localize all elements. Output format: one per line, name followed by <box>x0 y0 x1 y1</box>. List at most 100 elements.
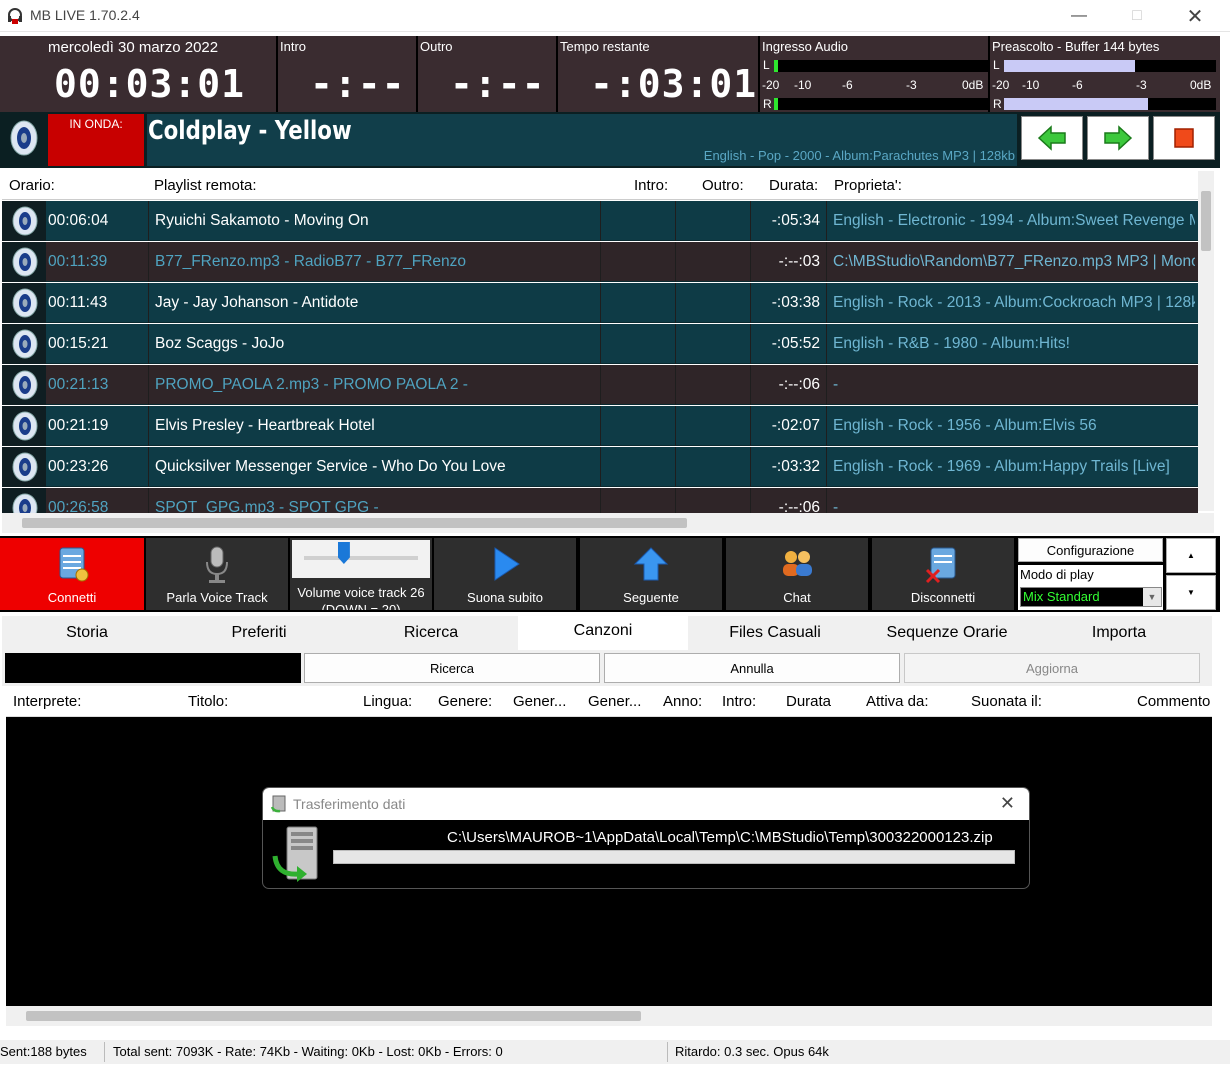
col-genre-2[interactable]: Gener... <box>513 693 566 710</box>
scroll-thumb[interactable] <box>22 518 687 528</box>
now-playing-song: Coldplay - Yellow <box>148 116 352 146</box>
audio-in-scale-0: -20 <box>762 78 780 92</box>
arrow-up-icon <box>633 547 669 581</box>
row-title: SPOT_GPG.mp3 - SPOT GPG - <box>155 499 379 513</box>
row-intro <box>602 283 672 323</box>
search-button[interactable]: Ricerca <box>304 653 600 683</box>
scroll-thumb[interactable] <box>1201 191 1211 251</box>
play-mode-select[interactable]: Mix Standard ▼ <box>1020 587 1162 607</box>
playlist-hscroll[interactable] <box>2 513 1214 533</box>
songs-hscroll[interactable] <box>6 1006 1212 1026</box>
column-divider <box>675 283 676 323</box>
playlist-row[interactable]: 00:26:58 SPOT_GPG.mp3 - SPOT GPG - -:--:06… <box>2 488 1198 513</box>
column-divider <box>826 242 827 282</box>
stop-button[interactable] <box>1153 116 1215 160</box>
col-song-duration[interactable]: Durata <box>786 693 831 710</box>
outro-value: -:-- <box>450 62 546 106</box>
row-title: B77_FRenzo.mp3 - RadioB77 - B77_FRenzo <box>155 253 467 270</box>
playlist-row[interactable]: 00:21:19 Elvis Presley - Heartbreak Hotel… <box>2 406 1198 446</box>
col-artist[interactable]: Interprete: <box>13 693 81 710</box>
maximize-button[interactable]: □ <box>1108 0 1166 32</box>
column-divider <box>826 488 827 513</box>
col-played-on[interactable]: Suonata il: <box>971 693 1042 710</box>
speaker-icon <box>12 247 38 277</box>
scroll-down-button[interactable]: ▼ <box>1166 575 1216 610</box>
tab-importa[interactable]: Importa <box>1034 616 1204 650</box>
col-song-intro[interactable]: Intro: <box>722 693 756 710</box>
scroll-up-button[interactable]: ▲ <box>1166 538 1216 573</box>
column-divider <box>600 406 601 446</box>
search-input[interactable] <box>5 653 301 683</box>
close-button[interactable]: ✕ <box>1166 0 1224 32</box>
speaker-icon <box>12 329 38 359</box>
volume-slider-track[interactable] <box>292 540 430 578</box>
now-playing-info: English - Pop - 2000 - Album:Parachutes … <box>703 148 1015 163</box>
next-arrow-button[interactable] <box>1087 116 1149 160</box>
col-props[interactable]: Proprieta': <box>834 177 902 194</box>
col-song-title[interactable]: Titolo: <box>188 693 228 710</box>
col-intro[interactable]: Intro: <box>634 177 668 194</box>
playlist-row[interactable]: 00:21:13 PROMO_PAOLA 2.mp3 - PROMO PAOLA … <box>2 365 1198 405</box>
minimize-button[interactable]: — <box>1050 0 1108 32</box>
preview-right-label: R <box>993 97 1002 111</box>
slider-rail <box>304 556 418 560</box>
row-title: PROMO_PAOLA 2.mp3 - PROMO PAOLA 2 - <box>155 376 468 393</box>
column-divider <box>148 324 149 364</box>
playlist-row[interactable]: 00:15:21 Boz Scaggs - JoJo -:05:52 English … <box>2 324 1198 364</box>
intro-label: Intro <box>280 39 307 54</box>
previous-button[interactable] <box>1021 116 1083 160</box>
chevron-down-icon[interactable]: ▼ <box>1143 588 1161 606</box>
column-divider <box>148 365 149 405</box>
row-icon-cell <box>2 324 46 364</box>
refresh-button[interactable]: Aggiorna <box>904 653 1200 683</box>
speaker-icon <box>12 370 38 400</box>
audio-in-right-meter <box>774 98 988 110</box>
col-genre[interactable]: Genere: <box>438 693 492 710</box>
col-year[interactable]: Anno: <box>663 693 702 710</box>
volume-slider-thumb[interactable] <box>337 542 350 564</box>
playlist-row[interactable]: 00:23:26 Quicksilver Messenger Service - … <box>2 447 1198 487</box>
chat-button[interactable]: Chat <box>726 538 868 610</box>
col-title[interactable]: Playlist remota: <box>154 177 257 194</box>
col-duration[interactable]: Durata: <box>769 177 818 194</box>
tab-files-casuali[interactable]: Files Casuali <box>690 616 860 650</box>
audio-in-right-label: R <box>763 97 772 111</box>
tab-sequenze-orarie[interactable]: Sequenze Orarie <box>862 616 1032 650</box>
row-time: 00:15:21 <box>48 335 109 352</box>
remote-playlist[interactable]: Orario: Playlist remota: Intro: Outro: D… <box>2 171 1198 513</box>
connect-button[interactable]: Connetti <box>0 538 144 610</box>
config-button[interactable]: Configurazione <box>1018 538 1163 562</box>
col-time[interactable]: Orario: <box>9 177 55 194</box>
column-divider <box>600 447 601 487</box>
col-genre-3[interactable]: Gener... <box>588 693 641 710</box>
tab-canzoni[interactable]: Canzoni <box>518 616 688 650</box>
row-outro <box>678 365 748 405</box>
voice-track-button[interactable]: Parla Voice Track <box>146 538 288 610</box>
playlist-row[interactable]: 00:11:39 B77_FRenzo.mp3 - RadioB77 - B77_… <box>2 242 1198 282</box>
scroll-thumb[interactable] <box>26 1011 641 1021</box>
row-time: 00:26:58 <box>48 499 109 513</box>
cancel-button[interactable]: Annulla <box>604 653 900 683</box>
next-button[interactable]: Seguente <box>580 538 722 610</box>
col-comment[interactable]: Commento <box>1137 693 1210 710</box>
row-time: 00:21:19 <box>48 417 109 434</box>
tab-storia[interactable]: Storia <box>2 616 172 650</box>
tab-preferiti[interactable]: Preferiti <box>174 616 344 650</box>
col-outro[interactable]: Outro: <box>702 177 744 194</box>
next-label: Seguente <box>623 590 679 605</box>
tab-ricerca[interactable]: Ricerca <box>346 616 516 650</box>
col-language[interactable]: Lingua: <box>363 693 412 710</box>
column-divider <box>826 406 827 446</box>
playlist-row[interactable]: 00:11:43 Jay - Jay Johanson - Antidote -:0… <box>2 283 1198 323</box>
row-props: English - R&B - 1980 - Album:Hits! <box>833 335 1070 352</box>
disconnect-button[interactable]: Disconnetti <box>872 538 1014 610</box>
playlist-row[interactable]: 00:06:04 Ryuichi Sakamoto - Moving On -:05… <box>2 201 1198 241</box>
col-active-from[interactable]: Attiva da: <box>866 693 929 710</box>
column-divider <box>826 324 827 364</box>
preview-scale-1: -10 <box>1022 78 1040 92</box>
dialog-close-icon[interactable]: ✕ <box>1000 793 1015 814</box>
play-now-button[interactable]: Suona subito <box>434 538 576 610</box>
dialog-titlebar: Trasferimento dati ✕ <box>263 788 1029 820</box>
playlist-vscroll[interactable] <box>1198 171 1214 511</box>
row-icon-cell <box>2 283 46 323</box>
